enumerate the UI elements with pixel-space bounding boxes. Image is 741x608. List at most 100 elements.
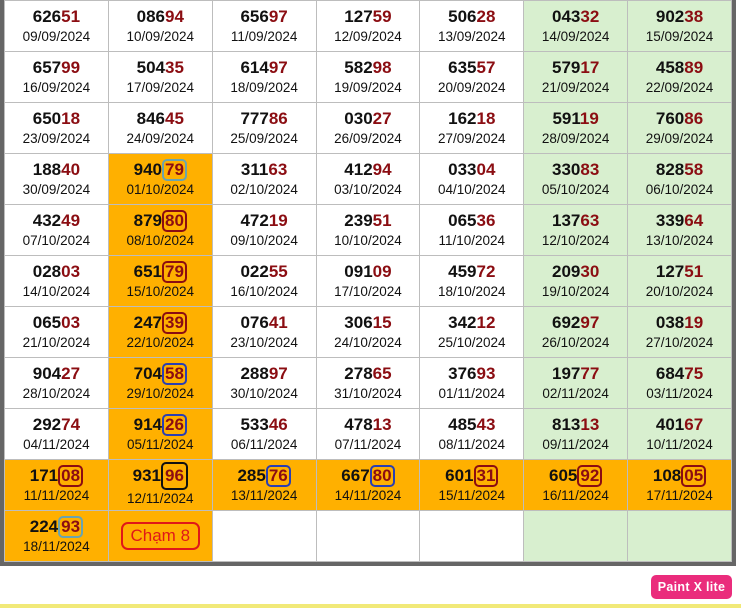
result-cell: 81313 09/11/2024 [523,408,629,460]
result-date: 18/10/2024 [438,284,506,299]
result-number: 12751 [628,261,731,283]
result-date: 13/09/2024 [438,29,506,44]
result-date: 17/11/2024 [646,488,713,503]
result-number: 03027 [317,108,420,130]
result-number: 47219 [213,210,316,232]
result-number: 59119 [524,108,627,130]
result-date: 28/10/2024 [22,386,91,401]
number-head: 038 [655,313,685,332]
result-number: 62651 [5,6,108,28]
result-cell: 65697 11/09/2024 [211,0,317,52]
number-head: 188 [32,160,62,179]
result-number: 69297 [524,312,627,334]
number-head: 582 [344,58,373,77]
number-tail: 12 [476,313,496,332]
result-cell: 29274 04/11/2024 [4,408,109,460]
number-tail: 36 [476,211,496,230]
result-number: 06536 [420,210,523,232]
result-cell: 48543 08/11/2024 [419,408,525,460]
number-head: 458 [655,58,685,77]
number-tail-circled: 96 [160,462,188,490]
result-number: 33964 [628,210,731,232]
result-date: 21/10/2024 [22,335,91,350]
result-date: 12/09/2024 [334,29,402,44]
result-date: 28/09/2024 [541,131,610,146]
result-cell: 605 92 16/11/2024 [523,459,629,511]
result-cell: 61497 18/09/2024 [211,51,317,103]
number-head: 940 [133,160,162,179]
result-date: 02/10/2024 [230,182,298,197]
number-head: 171 [29,466,59,485]
result-number: 50628 [420,6,523,28]
number-tail: 30 [580,262,600,281]
result-cell: 03304 04/10/2024 [419,153,525,205]
result-number: 40167 [628,414,731,436]
result-number: 18840 [5,159,108,181]
number-tail: 59 [372,7,392,26]
number-tail: 51 [61,7,81,26]
result-date: 02/11/2024 [542,386,609,401]
number-tail: 86 [268,109,288,128]
result-cell: 03819 27/10/2024 [627,306,732,358]
number-tail: 43 [476,415,496,434]
result-number: 285 76 [213,465,316,487]
result-number: 09109 [317,261,420,283]
result-cell: 247 39 22/10/2024 [107,306,213,358]
number-tail: 46 [268,415,288,434]
result-date: 12/10/2024 [541,233,610,248]
result-date: 15/11/2024 [438,488,506,503]
number-tail: 97 [268,364,288,383]
number-head: 224 [29,517,59,536]
paint-x-lite-badge[interactable]: Paint X lite [651,575,732,599]
number-head: 033 [448,160,477,179]
number-tail-circled: 79 [161,261,187,283]
result-date: 26/10/2024 [541,335,610,350]
number-head: 278 [344,364,373,383]
result-date: 11/11/2024 [23,488,90,503]
result-cell: 07641 23/10/2024 [211,306,317,358]
number-head: 091 [344,262,373,281]
result-date: 16/11/2024 [542,488,609,503]
result-cell: 171 08 11/11/2024 [4,459,109,511]
result-date: 17/09/2024 [126,80,195,95]
result-cell: 914 26 05/11/2024 [107,408,213,460]
number-tail: 15 [372,313,392,332]
result-date: 19/10/2024 [541,284,610,299]
number-head: 022 [240,262,269,281]
result-number: 02803 [5,261,108,283]
result-number: 43249 [5,210,108,232]
number-tail: 98 [372,58,392,77]
result-number: 171 08 [5,465,108,487]
result-date: 23/09/2024 [22,131,91,146]
result-date: 25/09/2024 [230,131,298,146]
number-tail-circled: 26 [161,414,187,436]
number-tail-circled: 80 [161,210,187,232]
result-date: 10/09/2024 [126,29,195,44]
number-head: 127 [344,7,373,26]
result-cell: 23951 10/10/2024 [315,204,421,256]
result-number: 58298 [317,57,420,79]
result-number: 41294 [317,159,420,181]
result-cell: 08694 10/09/2024 [107,0,213,52]
result-cell: 13763 12/10/2024 [523,204,629,256]
result-number: 34212 [420,312,523,334]
result-cell: 53346 06/11/2024 [211,408,317,460]
result-number: 53346 [213,414,316,436]
number-tail: 93 [476,364,496,383]
result-date: 15/09/2024 [645,29,714,44]
result-cell: 27865 31/10/2024 [315,357,421,409]
number-head: 650 [32,109,62,128]
result-number: 247 39 [109,312,212,334]
number-tail: 63 [268,160,288,179]
number-head: 478 [344,415,373,434]
number-head: 651 [133,262,162,281]
number-head: 472 [240,211,269,230]
result-number: 29274 [5,414,108,436]
number-head: 247 [133,313,162,332]
number-head: 209 [551,262,581,281]
result-date: 29/10/2024 [126,386,195,401]
result-cell [419,510,525,562]
result-cell: 224 93 18/11/2024 [4,510,109,562]
number-head: 667 [341,466,370,485]
number-head: 533 [240,415,269,434]
